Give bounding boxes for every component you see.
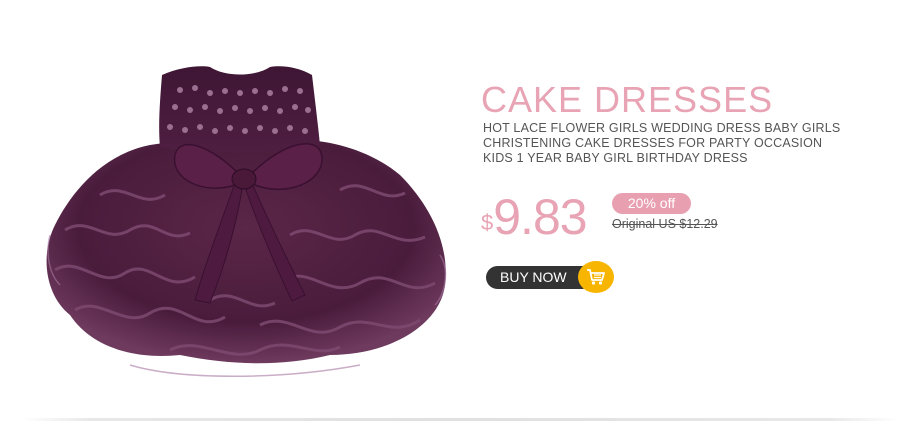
bottom-divider <box>20 418 900 421</box>
description-line: KIDS 1 YEAR BABY GIRL BIRTHDAY DRESS <box>483 151 748 165</box>
discount-badge: 20% off <box>612 193 691 214</box>
dress-bodice <box>159 66 320 153</box>
price: $9.83 <box>481 188 588 246</box>
currency-symbol: $ <box>481 210 494 235</box>
description-line: CHRISTENING CAKE DRESSES FOR PARTY OCCAS… <box>483 136 823 150</box>
shopping-cart-icon <box>587 269 605 285</box>
product-title: CAKE DRESSES <box>481 79 774 120</box>
dress-image[interactable] <box>30 55 470 415</box>
product-description: HOT LACE FLOWER GIRLS WEDDING DRESS BABY… <box>483 121 841 166</box>
cart-button[interactable] <box>578 261 614 293</box>
buy-now-label: BUY NOW <box>500 269 567 285</box>
product-banner: CAKE DRESSES HOT LACE FLOWER GIRLS WEDDI… <box>0 0 910 425</box>
price-amount: 9.83 <box>493 189 587 245</box>
description-line: HOT LACE FLOWER GIRLS WEDDING DRESS BABY… <box>483 121 841 135</box>
original-price: Original US $12.29 <box>612 217 718 231</box>
